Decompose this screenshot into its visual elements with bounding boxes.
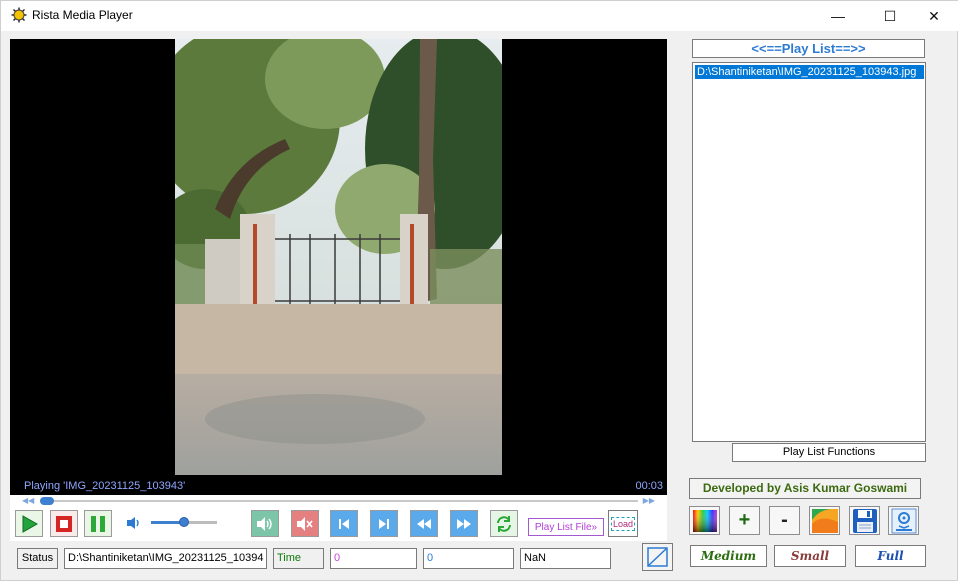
color-picker-button[interactable] <box>689 506 720 535</box>
save-icon <box>852 508 877 533</box>
plus-icon: + <box>738 509 751 531</box>
seek-forward-icon: ▶▶ <box>642 496 655 505</box>
seek-thumb[interactable] <box>40 497 54 505</box>
video-display[interactable]: Playing 'IMG_20231125_103943' 00:03 <box>10 39 667 495</box>
add-item-button[interactable]: + <box>729 506 760 535</box>
load-button[interactable]: Load <box>608 510 638 537</box>
stop-icon <box>56 515 72 532</box>
gear-icon <box>891 508 916 533</box>
color-palette-icon <box>692 509 717 532</box>
rewind-button[interactable] <box>410 510 438 537</box>
time-label: Time <box>273 548 324 569</box>
minimize-button[interactable]: — <box>815 1 861 31</box>
next-button[interactable] <box>370 510 398 537</box>
transport-controls: Play List File» Load <box>10 507 667 541</box>
developer-credit: Developed by Asis Kumar Goswami <box>689 478 921 499</box>
skip-previous-icon <box>339 518 349 529</box>
image-button[interactable] <box>809 506 840 535</box>
remove-item-button[interactable]: - <box>769 506 800 535</box>
speaker-on-icon <box>257 516 272 531</box>
rewind-icon <box>417 518 431 529</box>
image-icon <box>811 508 838 533</box>
seek-bar[interactable]: ◀◀ ▶▶ <box>10 495 667 507</box>
pause-icon <box>91 515 105 532</box>
time-value-field-1[interactable]: 0 <box>330 548 417 569</box>
speaker-mute-icon <box>297 516 313 531</box>
close-button[interactable]: ✕ <box>911 1 957 31</box>
fast-forward-button[interactable] <box>450 510 478 537</box>
aspect-resize-button[interactable] <box>642 543 673 571</box>
playlist-functions-label: Play List Functions <box>732 443 926 462</box>
repeat-button[interactable] <box>490 510 518 537</box>
aspect-ratio-icon <box>647 547 668 567</box>
settings-button[interactable] <box>888 506 919 535</box>
play-icon <box>22 514 39 533</box>
playlist-title: <<==Play List==>> <box>692 39 925 58</box>
playlist-file-button[interactable]: Play List File» <box>528 518 604 536</box>
repeat-icon <box>497 515 511 532</box>
skip-next-icon <box>379 518 389 529</box>
now-playing-text: Playing 'IMG_20231125_103943' <box>24 480 186 492</box>
mute-button[interactable] <box>291 510 319 537</box>
playlist-item[interactable]: D:\Shantiniketan\IMG_20231125_103943.jpg <box>695 65 924 79</box>
elapsed-time: 00:03 <box>635 480 663 492</box>
status-label: Status <box>17 548 58 569</box>
pause-button[interactable] <box>84 510 112 537</box>
load-label: Load <box>610 516 636 531</box>
maximize-button[interactable]: ☐ <box>867 1 913 31</box>
app-logo-icon <box>11 7 27 23</box>
size-small-button[interactable]: Small <box>774 545 846 567</box>
size-full-button[interactable]: Full <box>855 545 926 567</box>
time-value-field-2[interactable]: 0 <box>423 548 514 569</box>
save-playlist-button[interactable] <box>849 506 880 535</box>
volume-thumb[interactable] <box>179 517 189 527</box>
app-window: Rista Media Player — ☐ ✕ Playing 'IMG_20… <box>0 0 958 581</box>
volume-icon <box>127 517 139 529</box>
title-bar: Rista Media Player — ☐ ✕ <box>1 1 958 31</box>
play-button[interactable] <box>15 510 43 537</box>
seek-track[interactable] <box>40 500 638 502</box>
window-title: Rista Media Player <box>32 8 133 22</box>
size-medium-button[interactable]: Medium <box>690 545 767 567</box>
unmute-button[interactable] <box>251 510 279 537</box>
playlist-box[interactable]: D:\Shantiniketan\IMG_20231125_103943.jpg <box>692 62 926 442</box>
stop-button[interactable] <box>50 510 78 537</box>
seek-rewind-icon: ◀◀ <box>22 496 35 505</box>
status-path-field: D:\Shantiniketan\IMG_20231125_10394 <box>64 548 267 569</box>
volume-slider[interactable] <box>151 517 217 527</box>
previous-button[interactable] <box>330 510 358 537</box>
video-frame-image <box>175 39 502 475</box>
fast-forward-icon <box>457 518 471 529</box>
minus-icon: - <box>781 509 788 531</box>
time-value-field-3[interactable]: NaN <box>520 548 611 569</box>
